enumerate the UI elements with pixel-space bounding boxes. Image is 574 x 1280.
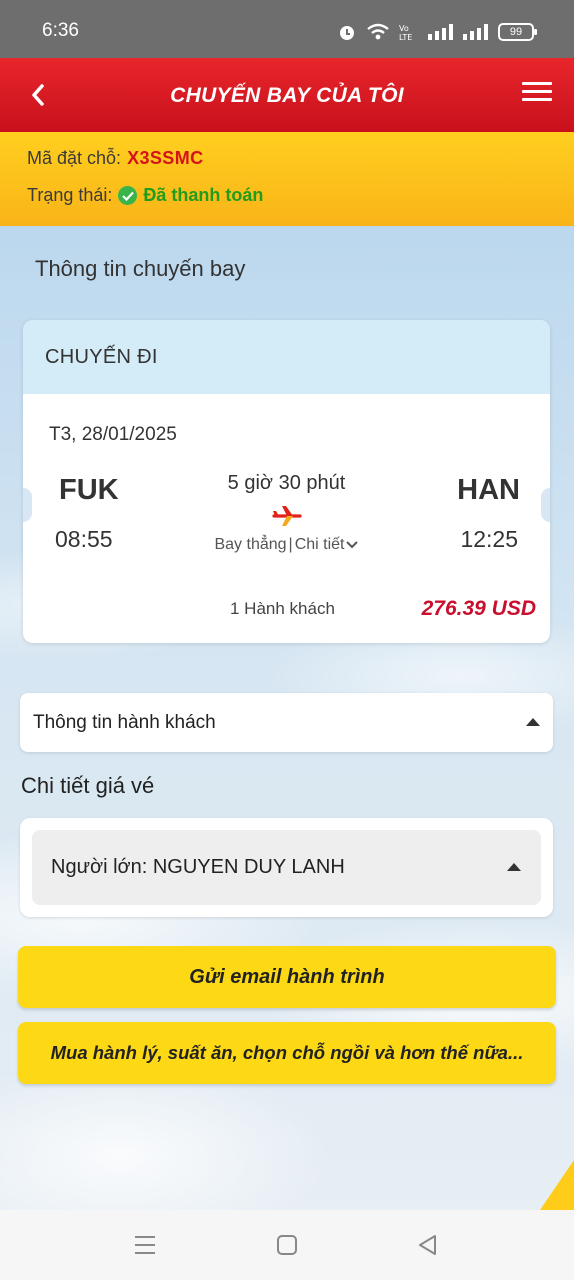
buy-extras-button[interactable]: Mua hành lý, suất ăn, chọn chỗ ngồi và h… [18, 1022, 556, 1084]
caret-up-icon [526, 718, 540, 726]
fare-details-card: Người lớn: NGUYEN DUY LANH [20, 818, 553, 917]
flight-duration: 5 giờ 30 phút [227, 472, 346, 494]
status-time: 6:36 [42, 20, 79, 41]
flight-detail-label: Chi tiết [294, 536, 345, 553]
system-nav-bar [0, 1210, 574, 1280]
battery-level: 99 [509, 26, 523, 38]
ticket-notch-left [23, 488, 32, 522]
status-icons: Vo LTE 99 [337, 22, 537, 42]
booking-code-label: Mã đặt chỗ: [27, 148, 122, 168]
home-icon[interactable] [273, 1232, 301, 1258]
plane-icon [272, 506, 302, 526]
ticket-notch-right [541, 488, 550, 522]
flight-detail-link[interactable]: Chi tiết [295, 536, 359, 554]
recent-apps-icon[interactable] [132, 1232, 160, 1258]
passenger-info-label: Thông tin hành khách [33, 712, 216, 733]
caret-up-icon [507, 863, 521, 871]
separator: | [288, 536, 293, 553]
passenger-count: 1 Hành khách [230, 599, 335, 618]
svg-text:LTE: LTE [399, 33, 412, 41]
alarm-icon [340, 26, 354, 40]
fare-passenger-label: Người lớn: NGUYEN DUY LANH [51, 856, 345, 878]
trip-direction-label: CHUYẾN ĐI [45, 346, 158, 368]
signal-icon-2 [463, 24, 488, 40]
booking-code-row: Mã đặt chỗ: X3SSMC [27, 148, 203, 169]
signal-icon-1 [428, 24, 453, 40]
page-title: CHUYẾN BAY CỦA TÔI [170, 84, 404, 107]
flight-card-header: CHUYẾN ĐI [23, 320, 550, 394]
booking-info: Mã đặt chỗ: X3SSMC Trạng thái: Đã thanh … [0, 132, 574, 226]
battery-icon: 99 [498, 23, 537, 41]
route-detail: Bay thẳng | Chi tiết [23, 536, 550, 554]
booking-status-row: Trạng thái: Đã thanh toán [27, 185, 263, 206]
volte-icon: VoLTE [399, 24, 412, 41]
fare-details-title: Chi tiết giá vé [21, 773, 155, 798]
app-header: CHUYẾN BAY CỦA TÔI [0, 58, 574, 132]
booking-code-value: X3SSMC [127, 148, 204, 168]
booking-status-value: Đã thanh toán [143, 185, 264, 205]
hamburger-icon-line [522, 98, 552, 101]
menu-button[interactable] [522, 82, 552, 108]
route-type: Bay thẳng [214, 536, 287, 553]
flight-date: T3, 28/01/2025 [49, 424, 177, 445]
back-triangle-icon[interactable] [414, 1232, 442, 1258]
check-circle-icon [118, 186, 138, 205]
send-itinerary-email-button[interactable]: Gửi email hành trình [18, 946, 556, 1008]
flight-section-title: Thông tin chuyến bay [35, 256, 246, 281]
total-price: 276.39 USD [421, 597, 536, 620]
hamburger-icon-line [522, 82, 552, 85]
hamburger-icon-line [522, 90, 552, 93]
fare-passenger-accordion[interactable]: Người lớn: NGUYEN DUY LANH [32, 830, 541, 905]
decorative-wedge [540, 1160, 574, 1210]
wifi-icon [367, 23, 389, 40]
svg-text:Vo: Vo [399, 24, 409, 33]
flight-card: CHUYẾN ĐI T3, 28/01/2025 FUK HAN 5 giờ 3… [23, 320, 550, 643]
chevron-down-icon [345, 541, 358, 549]
status-bar: 6:36 Vo LTE 99 [0, 0, 574, 58]
booking-status-label: Trạng thái: [27, 185, 113, 205]
passenger-info-accordion[interactable]: Thông tin hành khách [20, 693, 553, 752]
